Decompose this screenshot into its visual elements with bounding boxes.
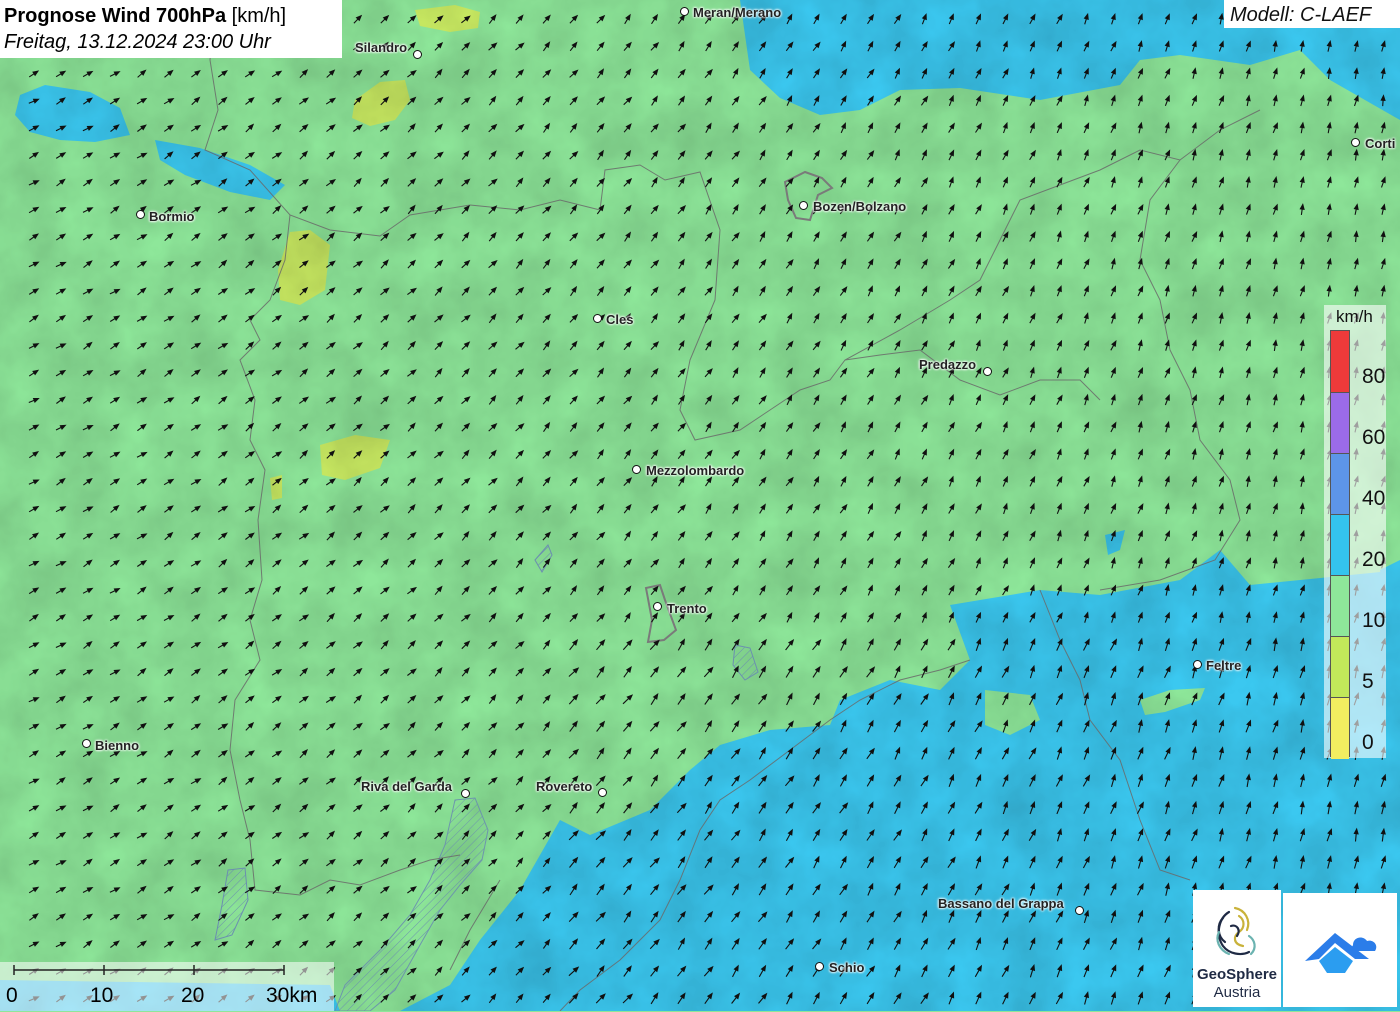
city-marker <box>799 201 808 210</box>
scale-bar: 0 10 20 30km <box>0 962 334 1011</box>
city-marker <box>1351 138 1360 147</box>
title-box: Prognose Wind 700hPa [km/h] Freitag, 13.… <box>0 0 342 58</box>
city-label: Silandro <box>355 40 408 55</box>
city-marker <box>680 7 689 16</box>
city-marker <box>461 789 470 798</box>
weather-app-logo[interactable] <box>1283 893 1397 1007</box>
legend-swatch <box>1331 697 1349 759</box>
geosphere-country: Austria <box>1213 984 1261 1001</box>
city-marker <box>413 50 422 59</box>
city-label: Bormio <box>149 209 195 224</box>
legend-label: 10 <box>1362 609 1386 632</box>
legend-swatch <box>1331 392 1349 454</box>
model-label: Modell: C-LAEF <box>1224 0 1400 28</box>
forecast-time: Freitag, 13.12.2024 23:00 Uhr <box>4 31 271 53</box>
city-marker <box>653 602 662 611</box>
legend-swatch <box>1331 514 1349 576</box>
scale-label-0: 0 <box>6 984 18 1007</box>
city-marker <box>632 465 641 474</box>
city-marker <box>1075 906 1084 915</box>
legend-swatch <box>1331 575 1349 637</box>
scale-label-20: 20 <box>181 984 205 1007</box>
legend-swatch <box>1331 331 1349 392</box>
city-label: Cles <box>606 312 634 327</box>
city-label: Corti <box>1365 136 1396 151</box>
wind-map <box>0 0 1400 1011</box>
city-marker <box>815 962 824 971</box>
legend-unit: km/h <box>1336 307 1373 326</box>
city-label: Rovereto <box>536 779 593 794</box>
geosphere-logo[interactable]: GeoSphere Austria <box>1193 890 1281 1007</box>
mountain-cloud-icon <box>1305 933 1377 973</box>
city-label: Feltre <box>1206 658 1242 673</box>
legend-swatch <box>1331 636 1349 698</box>
scale-label-10: 10 <box>90 984 114 1007</box>
city-label: Mezzolombardo <box>646 463 745 478</box>
city-marker <box>82 739 91 748</box>
city-label: Bienno <box>95 738 140 753</box>
city-label: Predazzo <box>919 357 977 372</box>
city-marker <box>136 210 145 219</box>
color-legend: km/h 80 60 40 20 10 5 0 <box>1324 305 1386 759</box>
city-marker <box>983 367 992 376</box>
city-label: Trento <box>667 601 707 616</box>
legend-colorbar <box>1330 330 1350 759</box>
legend-label: 5 <box>1362 670 1374 693</box>
city-marker <box>598 788 607 797</box>
map-title: Prognose Wind 700hPa [km/h] <box>4 5 287 27</box>
city-label: Schio <box>829 960 865 975</box>
legend-label: 20 <box>1362 548 1386 571</box>
city-marker <box>1193 660 1202 669</box>
city-label: Bozen/Bolzano <box>813 199 907 214</box>
legend-label: 80 <box>1362 365 1386 388</box>
geosphere-swirl-icon <box>1216 906 1256 956</box>
city-label: Meran/Merano <box>693 5 782 20</box>
legend-label: 40 <box>1362 487 1386 510</box>
legend-label: 60 <box>1362 426 1386 449</box>
legend-swatch <box>1331 453 1349 515</box>
geosphere-name: GeoSphere <box>1196 966 1278 983</box>
city-marker <box>593 314 602 323</box>
city-label: Riva del Garda <box>361 779 453 794</box>
legend-label: 0 <box>1362 731 1374 754</box>
scale-label-30: 30km <box>266 984 318 1007</box>
city-label: Bassano del Grappa <box>938 896 1064 911</box>
